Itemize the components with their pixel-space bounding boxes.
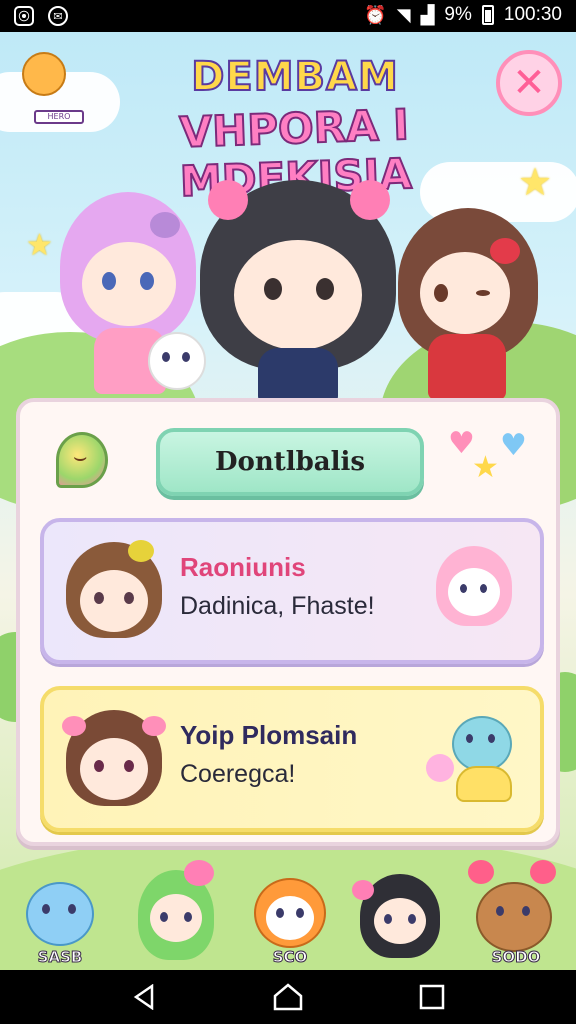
pink-fairy-pet-icon <box>426 540 522 640</box>
pet-white-cat <box>148 332 208 402</box>
character-slot-dark-hair[interactable] <box>352 860 448 970</box>
game-screen: ★ ★ HERO DEMBAM VHPORA I MDEKISIA ✕ ⌣ Do… <box>0 32 576 970</box>
avatar <box>62 708 166 812</box>
card-title: Yoip Plomsain <box>180 720 358 750</box>
tab-main[interactable]: Dontlbalis <box>156 428 424 496</box>
smile-bubble-icon[interactable] <box>56 432 108 488</box>
character-slot-blue-pet[interactable]: SASB <box>12 860 108 970</box>
character-label: SODO <box>491 948 541 967</box>
character-label: SCO <box>272 948 308 967</box>
teddy-bear-pet-icon <box>426 708 522 808</box>
signal-icon: ▟ <box>420 4 435 25</box>
title-line-1: DEMBAM <box>190 53 399 101</box>
wifi-icon: ◥ <box>396 4 411 25</box>
character-label: SASB <box>37 948 83 967</box>
battery-percent: 9% <box>444 4 472 25</box>
card-subtitle: Coeregca! <box>180 760 296 788</box>
card-subtitle: Dadinica, Fhaste! <box>180 592 375 620</box>
card-title: Raoniunis <box>180 552 306 582</box>
character-slot-orange-fox[interactable]: SCO <box>242 860 338 970</box>
recents-icon <box>419 984 445 1010</box>
close-button[interactable]: ✕ <box>496 50 562 116</box>
close-icon: ✕ <box>512 60 546 106</box>
hearts-decoration-icon: ♥ ♥ ★ <box>448 426 527 485</box>
main-panel: Dontlbalis ♥ ♥ ★ Raoniunis Dadinica, Fha… <box>16 398 560 846</box>
character-slot-green-hair[interactable] <box>128 860 224 970</box>
battery-icon <box>481 5 494 25</box>
navigation-bar <box>0 970 576 1024</box>
notification-icon: ⦿ <box>14 6 34 26</box>
character-slot-brown-bear[interactable]: SODO <box>468 860 564 970</box>
character-selector: SASB SCO SODO <box>0 854 576 970</box>
list-item[interactable]: Raoniunis Dadinica, Fhaste! <box>40 518 544 664</box>
back-icon <box>133 984 154 1010</box>
character-brown-hair-girl <box>398 208 538 404</box>
avatar <box>62 540 166 644</box>
alarm-icon: ⏰ <box>364 4 387 25</box>
list-item[interactable]: Yoip Plomsain Coeregca! <box>40 686 544 832</box>
back-button[interactable] <box>124 980 164 1014</box>
star-icon: ★ <box>26 228 53 263</box>
clock: 100:30 <box>503 4 562 25</box>
recents-button[interactable] <box>412 980 452 1014</box>
status-bar: ⦿ ✉ ⏰ ◥ ▟ 9% 100:30 <box>0 0 576 32</box>
home-button[interactable] <box>268 980 308 1014</box>
home-icon <box>273 983 303 1011</box>
message-icon: ✉ <box>48 6 68 26</box>
character-dark-hair-girl <box>200 180 396 406</box>
